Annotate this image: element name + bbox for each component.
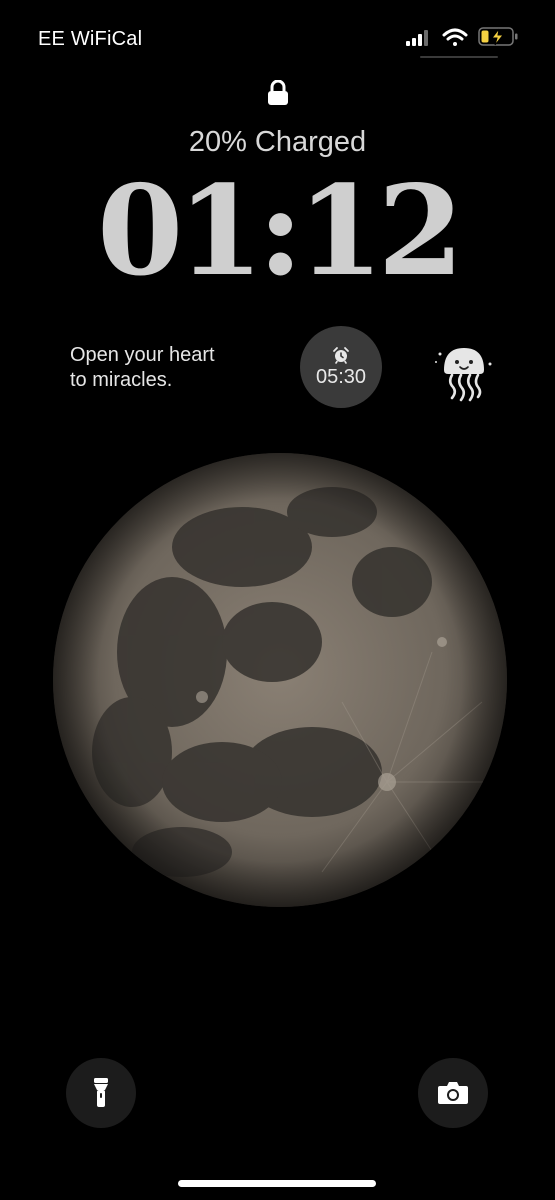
quote-line-2: to miracles. [70,369,173,391]
quote-line-1: Open your heart [70,344,215,366]
quote-widget[interactable]: Open your heart to miracles. [70,343,270,393]
clock-time: 01:12 [97,159,464,304]
moon-wallpaper [53,453,507,907]
signal-icon [406,30,428,46]
camera-icon [438,1082,468,1104]
alarm-clock-icon [333,346,349,364]
flashlight-icon [94,1078,108,1107]
lock-icon [268,80,288,105]
carrier-name: EE WiFiCal [38,28,143,50]
jellyfish-icon[interactable] [432,340,496,404]
charge-status: 20% Charged [188,126,367,158]
battery-charging-icon [478,27,518,46]
alarm-time: 05:30 [315,365,367,388]
alarm-widget[interactable]: 05:30 [300,326,382,408]
flashlight-button[interactable] [66,1058,136,1128]
home-indicator[interactable] [178,1180,376,1187]
wifi-icon [442,28,468,46]
camera-button[interactable] [418,1058,488,1128]
status-icons [406,27,518,46]
status-divider [420,56,498,58]
